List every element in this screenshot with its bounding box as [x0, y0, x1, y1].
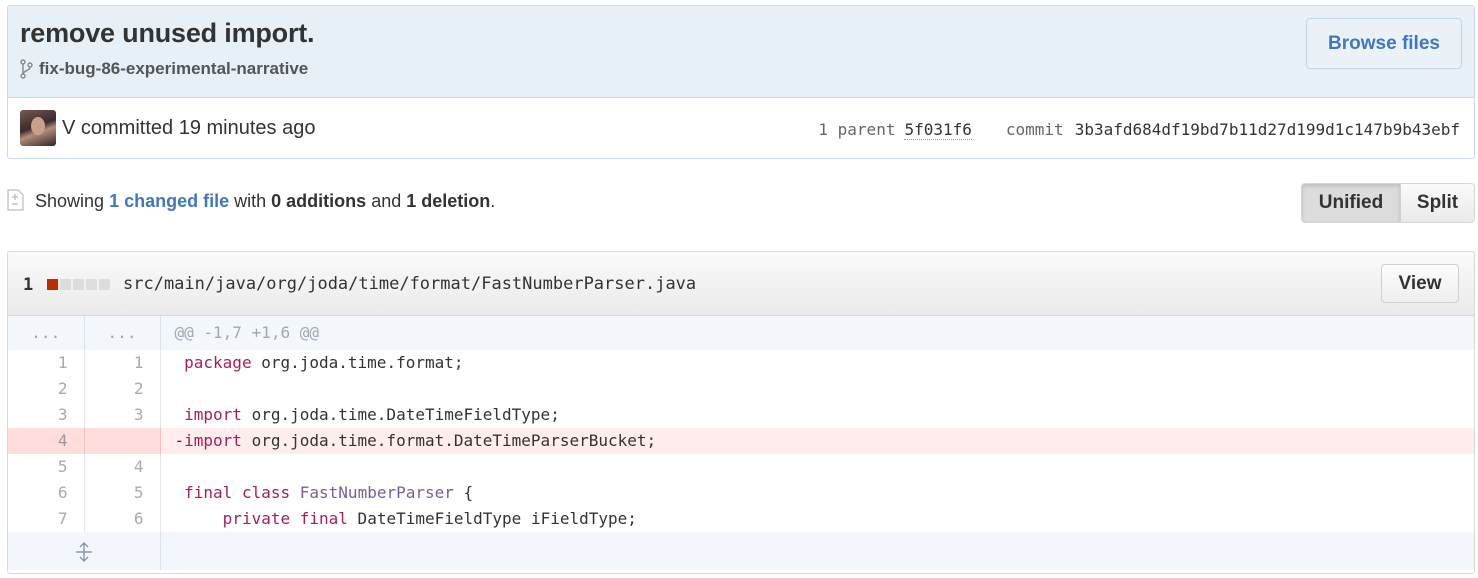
expand-row: [8, 532, 1474, 570]
commit-title-bar: remove unused import. fix-bug-86-experim…: [8, 6, 1474, 98]
new-line-number[interactable]: 3: [84, 402, 161, 428]
additions-count: 0 additions: [271, 191, 367, 211]
file-path[interactable]: src/main/java/org/joda/time/format/FastN…: [123, 274, 696, 294]
view-mode-toggle: Unified Split: [1301, 183, 1475, 223]
old-line-number[interactable]: 6: [8, 480, 85, 506]
parent-label: 1 parent: [818, 120, 896, 139]
diff-summary: Showing 1 changed file with 0 additions …: [7, 183, 1475, 223]
commit-label: commit: [1005, 120, 1064, 139]
diff-line-context: 76 private final DateTimeFieldType iFiel…: [8, 506, 1474, 532]
unified-button[interactable]: Unified: [1302, 184, 1401, 222]
file-header: 1 src/main/java/org/joda/time/format/Fas…: [8, 252, 1474, 316]
hunk-header-row: ... ... @@ -1,7 +1,6 @@: [8, 316, 1474, 350]
showing-label: Showing: [35, 191, 105, 211]
author-line: V committed 19 minutes ago: [62, 117, 316, 139]
and-label: and: [371, 191, 402, 211]
code-line: import org.joda.time.DateTimeFieldType;: [184, 405, 560, 424]
parent-sha-link[interactable]: 5f031f6: [904, 120, 972, 140]
browse-files-button[interactable]: Browse files: [1306, 18, 1462, 69]
commit-title: remove unused import.: [20, 18, 315, 48]
new-line-number[interactable]: [84, 428, 161, 454]
changed-files-link[interactable]: 1 changed file: [109, 191, 229, 211]
deletions-count: 1 deletion: [406, 191, 491, 211]
code-line: [160, 454, 1474, 480]
avatar[interactable]: [20, 110, 56, 146]
unfold-icon: [75, 541, 92, 562]
commit-meta: V committed 19 minutes ago 1 parent 5f03…: [8, 98, 1474, 158]
diff-line-context: 54: [8, 454, 1474, 480]
diffstat-neutral-block: [60, 279, 71, 290]
with-label: with: [234, 191, 267, 211]
old-line-number[interactable]: 2: [8, 376, 85, 402]
summary-text: Showing 1 changed file with 0 additions …: [35, 191, 495, 212]
view-file-button[interactable]: View: [1381, 264, 1459, 303]
split-button[interactable]: Split: [1401, 184, 1474, 222]
commit-box: remove unused import. fix-bug-86-experim…: [7, 5, 1475, 159]
diff-line-context: 65 final class FastNumberParser {: [8, 480, 1474, 506]
old-line-number[interactable]: 4: [8, 428, 85, 454]
code-line: final class FastNumberParser {: [184, 483, 474, 502]
commit-sha: 3b3afd684df19bd7b11d27d199d1c147b9b43ebf: [1074, 120, 1460, 139]
new-line-number[interactable]: 5: [84, 480, 161, 506]
change-count: 1: [23, 275, 34, 295]
new-line-number[interactable]: 2: [84, 376, 161, 402]
new-line-number[interactable]: 4: [84, 454, 161, 480]
code-line: -import org.joda.time.format.DateTimePar…: [160, 428, 1474, 454]
hunk-ellipsis-old: ...: [8, 316, 85, 350]
period: .: [490, 191, 496, 211]
code-line: package org.joda.time.format;: [184, 353, 464, 372]
diff-line-context: 33 import org.joda.time.DateTimeFieldTyp…: [8, 402, 1474, 428]
new-line-number[interactable]: 1: [84, 350, 161, 376]
old-line-number[interactable]: 1: [8, 350, 85, 376]
diff-line-deletion: 4 -import org.joda.time.format.DateTimePa…: [8, 428, 1474, 454]
sha-block: 1 parent 5f031f6 commit 3b3afd684df19bd7…: [818, 120, 1460, 140]
file-diff: 1 src/main/java/org/joda/time/format/Fas…: [7, 251, 1475, 574]
expand-row-fill: [160, 532, 1474, 570]
diff-line-context: 11 package org.joda.time.format;: [8, 350, 1474, 376]
diffstat-deletion-block: [47, 279, 58, 290]
diffstat-neutral-block: [86, 279, 97, 290]
branch-icon: [20, 59, 33, 79]
expand-button[interactable]: [8, 532, 161, 570]
diff-line-context: 22: [8, 376, 1474, 402]
file-diff-icon: [7, 189, 24, 211]
diff-table: ... ... @@ -1,7 +1,6 @@ 11 package org.j…: [8, 316, 1474, 570]
old-line-number[interactable]: 5: [8, 454, 85, 480]
diffstat-neutral-block: [99, 279, 110, 290]
hunk-header: @@ -1,7 +1,6 @@: [160, 316, 1474, 350]
diffstat-bar: [47, 279, 110, 290]
old-line-number[interactable]: 3: [8, 402, 85, 428]
branch-info: fix-bug-86-experimental-narrative: [20, 59, 308, 79]
diffstat-neutral-block: [73, 279, 84, 290]
code-line: [160, 376, 1474, 402]
hunk-ellipsis-new: ...: [84, 316, 161, 350]
branch-name[interactable]: fix-bug-86-experimental-narrative: [39, 59, 308, 79]
code-line: private final DateTimeFieldType iFieldTy…: [222, 509, 637, 528]
old-line-number[interactable]: 7: [8, 506, 85, 532]
new-line-number[interactable]: 6: [84, 506, 161, 532]
